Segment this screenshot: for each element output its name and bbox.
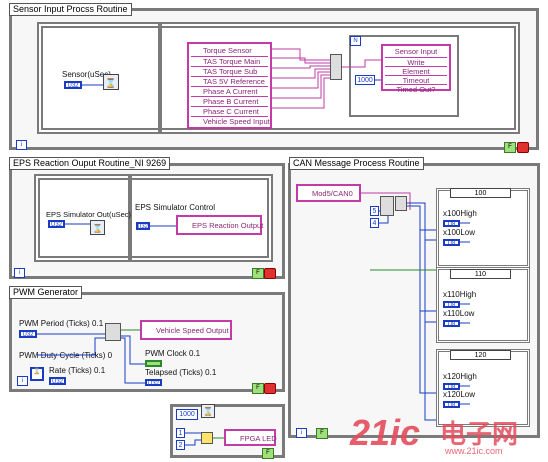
wire	[407, 205, 436, 231]
wire	[342, 59, 381, 68]
wire	[37, 337, 105, 356]
wire-layer	[37, 48, 470, 446]
wire	[272, 65, 330, 69]
wire	[185, 439, 201, 446]
wire	[379, 216, 389, 224]
wire	[121, 337, 145, 384]
wire	[361, 192, 411, 210]
wire	[419, 311, 436, 394]
watermark-url: www.21ic.com	[445, 446, 503, 456]
watermark-brand: 21ic	[350, 412, 421, 453]
watermark: 21ic 电子网 www.21ic.com	[350, 410, 545, 460]
